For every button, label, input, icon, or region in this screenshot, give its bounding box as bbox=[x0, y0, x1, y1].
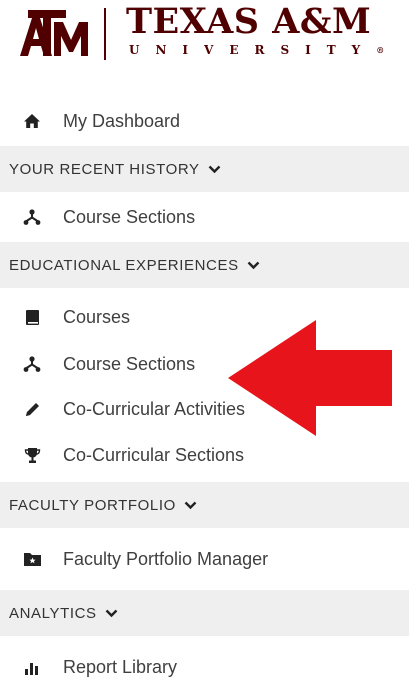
section-label: ANALYTICS bbox=[9, 604, 97, 622]
logo-subtitle: UNIVERSITY® bbox=[129, 43, 385, 57]
section-label: FACULTY PORTFOLIO bbox=[9, 496, 176, 514]
sitemap-icon bbox=[22, 207, 42, 227]
atm-logo-mark bbox=[20, 10, 88, 56]
tamu-logo[interactable]: TEXAS A&M UNIVERSITY® bbox=[18, 0, 384, 78]
bar-chart-icon bbox=[22, 657, 42, 677]
chevron-down-icon bbox=[208, 165, 221, 174]
menu-item-label: Co-Curricular Activities bbox=[63, 398, 246, 419]
red-arrow-annotation bbox=[228, 320, 392, 436]
menu-item-label: Co-Curricular Sections bbox=[63, 444, 245, 465]
pencil-icon bbox=[22, 399, 42, 419]
menu-item-label: Course Sections bbox=[63, 206, 196, 227]
chevron-down-icon bbox=[184, 501, 197, 510]
sitemap-icon bbox=[22, 354, 42, 374]
trophy-icon bbox=[22, 445, 42, 465]
menu-item-co-curricular-sections[interactable]: Co-Curricular Sections bbox=[0, 432, 409, 478]
section-label: YOUR RECENT HISTORY bbox=[9, 160, 200, 178]
section-label: EDUCATIONAL EXPERIENCES bbox=[9, 256, 239, 274]
chevron-down-icon bbox=[247, 261, 260, 270]
menu-item-label: Report Library bbox=[63, 656, 178, 677]
menu-item-label: My Dashboard bbox=[63, 110, 181, 131]
logo-wordmark: TEXAS A&M bbox=[126, 1, 372, 42]
folder-star-icon bbox=[22, 549, 42, 569]
menu-item-my-dashboard[interactable]: My Dashboard bbox=[0, 96, 409, 146]
logo-divider bbox=[104, 8, 106, 60]
book-icon bbox=[22, 307, 42, 327]
menu-item-faculty-portfolio-manager[interactable]: Faculty Portfolio Manager bbox=[0, 528, 409, 590]
section-analytics[interactable]: ANALYTICS bbox=[0, 590, 409, 636]
menu-item-label: Courses bbox=[63, 306, 131, 327]
home-icon bbox=[22, 111, 42, 131]
section-educational-experiences[interactable]: EDUCATIONAL EXPERIENCES bbox=[0, 242, 409, 288]
section-faculty-portfolio[interactable]: FACULTY PORTFOLIO bbox=[0, 482, 409, 528]
menu-item-recent-course-sections[interactable]: Course Sections bbox=[0, 192, 409, 242]
section-your-recent-history[interactable]: YOUR RECENT HISTORY bbox=[0, 146, 409, 192]
menu-item-label: Course Sections bbox=[63, 353, 196, 374]
menu-item-report-library[interactable]: Report Library bbox=[0, 636, 409, 698]
chevron-down-icon bbox=[105, 609, 118, 618]
menu-item-label: Faculty Portfolio Manager bbox=[63, 548, 269, 569]
